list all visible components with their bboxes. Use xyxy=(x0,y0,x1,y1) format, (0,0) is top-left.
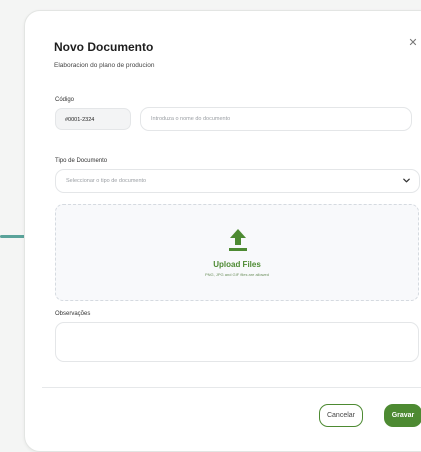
doc-type-select[interactable]: Seleccionar o tipo de documento xyxy=(55,169,420,193)
chevron-down-icon xyxy=(403,178,410,183)
modal-subtitle: Elaboracion do plano de producion xyxy=(54,62,155,69)
save-button[interactable]: Gravar xyxy=(384,404,421,427)
doc-type-label: Tipo de Documento xyxy=(55,158,108,164)
side-accent-line xyxy=(0,235,26,238)
code-label: Código xyxy=(55,97,75,103)
cancel-button[interactable]: Cancelar xyxy=(319,404,363,427)
footer-divider xyxy=(42,387,421,388)
upload-hint: PNG, JPG and GIF files are allowed xyxy=(204,272,270,277)
upload-title: Upload Files xyxy=(213,260,261,269)
upload-dropzone[interactable]: Upload Files PNG, JPG and GIF files are … xyxy=(55,204,419,301)
notes-textarea[interactable] xyxy=(55,322,419,362)
new-document-modal: Novo Documento Elaboracion do plano de p… xyxy=(24,10,421,452)
document-name-input[interactable]: Introduza o nome do documento xyxy=(140,107,412,131)
code-field: #0001-2324 xyxy=(55,108,131,130)
modal-title: Novo Documento xyxy=(54,40,154,54)
upload-icon xyxy=(229,229,247,251)
notes-label: Observações xyxy=(55,311,91,317)
doc-type-placeholder: Seleccionar o tipo de documento xyxy=(66,178,147,184)
close-icon[interactable]: ✕ xyxy=(407,37,419,49)
